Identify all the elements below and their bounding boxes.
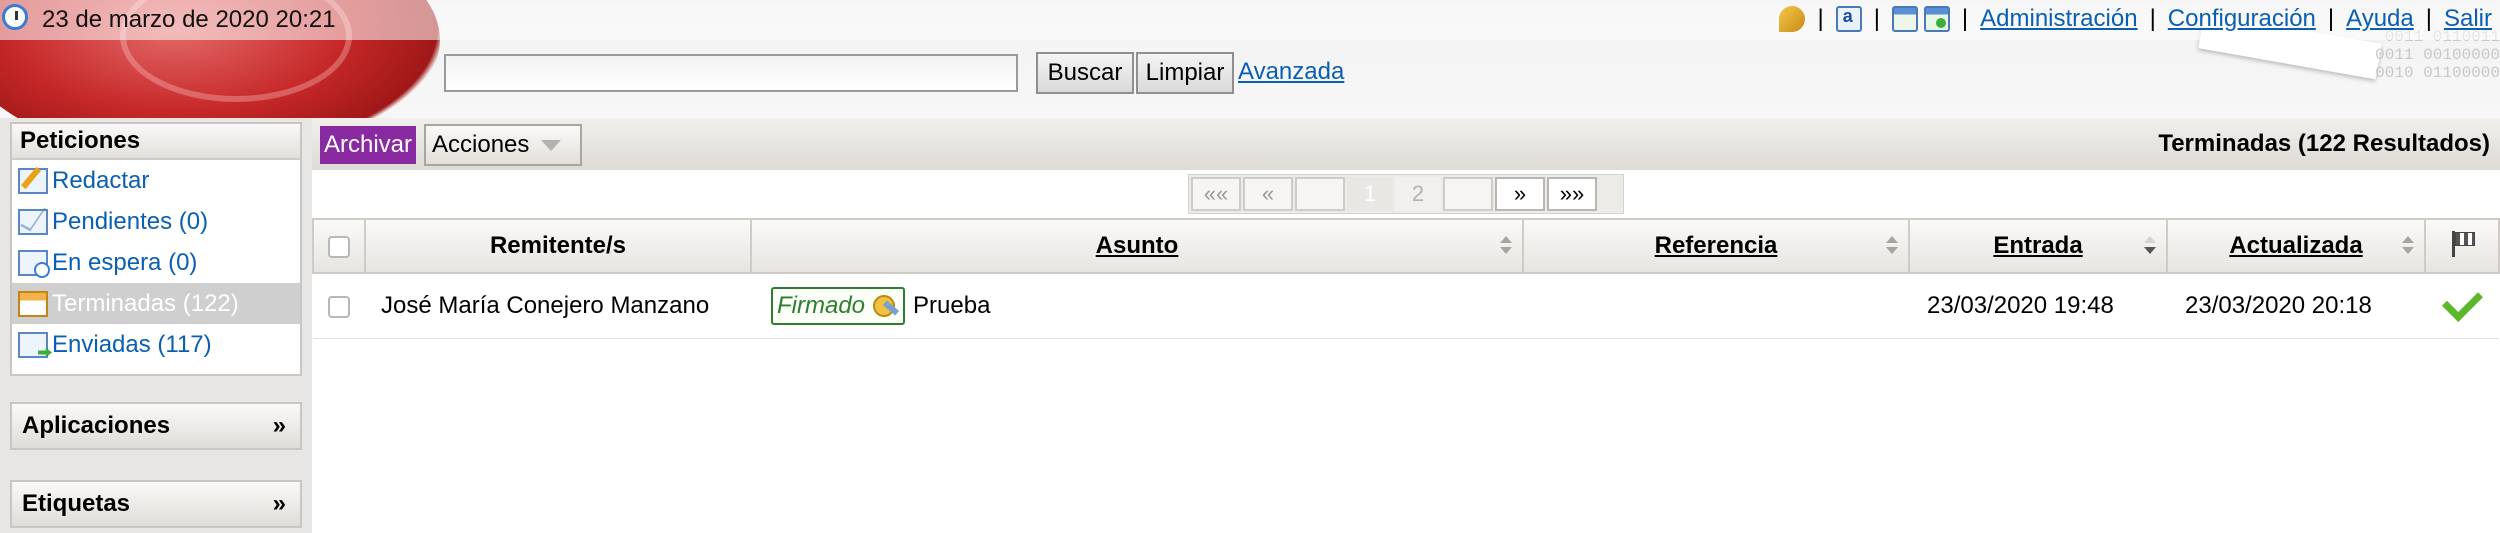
entrada-cell: 23/03/2020 19:48 bbox=[1909, 273, 2167, 339]
key-icon bbox=[869, 291, 901, 321]
page-spacer bbox=[1443, 177, 1493, 211]
clock-icon bbox=[2, 4, 28, 30]
sidebar-item-label: Enviadas (117) bbox=[52, 330, 212, 358]
sort-desc-icon bbox=[2144, 236, 2156, 254]
top-links: | | | Administración | Configuración | A… bbox=[1779, 2, 2492, 36]
broom-icon[interactable] bbox=[1779, 6, 1806, 32]
current-datetime: 23 de marzo de 2020 20:21 bbox=[42, 6, 336, 33]
expand-icon: » bbox=[272, 490, 286, 517]
expand-icon: » bbox=[272, 412, 286, 439]
column-actualizada[interactable]: Actualizada bbox=[2166, 218, 2426, 274]
peticiones-title: Peticiones bbox=[12, 124, 300, 160]
sidebar-item-label: Terminadas (122) bbox=[52, 289, 239, 317]
sort-icon bbox=[2402, 236, 2414, 254]
first-page-button[interactable]: «« bbox=[1191, 177, 1241, 211]
compose-icon bbox=[18, 167, 48, 194]
prev-page-button[interactable]: « bbox=[1243, 177, 1293, 211]
status-cell bbox=[2425, 273, 2499, 339]
toolbar: Archivar Acciones Terminadas (122 Result… bbox=[312, 118, 2500, 170]
referencia-cell bbox=[1523, 273, 1909, 339]
etiquetas-panel[interactable]: Etiquetas » bbox=[10, 480, 302, 528]
sidebar-item-terminadas[interactable]: Terminadas (122) bbox=[12, 283, 300, 324]
results-table: Remitente/s Asunto Referencia Entrada Ac… bbox=[312, 218, 2500, 339]
main-content: Archivar Acciones Terminadas (122 Result… bbox=[312, 118, 2500, 533]
etiquetas-title: Etiquetas bbox=[22, 490, 131, 517]
window-refresh-icon[interactable] bbox=[1923, 6, 1950, 32]
send-envelope-icon bbox=[18, 331, 48, 358]
remitente-cell: José María Conejero Manzano bbox=[365, 273, 751, 339]
asunto-text: Prueba bbox=[913, 292, 991, 319]
select-all-header bbox=[312, 218, 366, 274]
sort-icon bbox=[1500, 236, 1512, 254]
page-spacer bbox=[1295, 177, 1345, 211]
archive-button[interactable]: Archivar bbox=[320, 126, 417, 164]
search-button[interactable]: Buscar bbox=[1036, 52, 1134, 94]
font-size-icon[interactable] bbox=[1835, 6, 1862, 32]
link-administracion[interactable]: Administración bbox=[1980, 5, 2137, 33]
sidebar-item-en-espera[interactable]: En espera (0) bbox=[12, 242, 300, 283]
sidebar: Peticiones Redactar Pendientes (0) En es… bbox=[0, 118, 312, 533]
column-label: Remitente/s bbox=[489, 232, 627, 259]
column-label: Actualizada bbox=[2229, 232, 2363, 259]
table-header-row: Remitente/s Asunto Referencia Entrada Ac… bbox=[312, 218, 2500, 274]
sidebar-item-redactar[interactable]: Redactar bbox=[12, 160, 300, 201]
sort-icon bbox=[1886, 236, 1898, 254]
row-checkbox[interactable] bbox=[328, 295, 350, 318]
link-configuracion[interactable]: Configuración bbox=[2168, 5, 2316, 33]
check-icon bbox=[2441, 280, 2483, 323]
sidebar-item-label: Redactar bbox=[52, 166, 150, 194]
sidebar-item-label: Pendientes (0) bbox=[52, 207, 209, 235]
asunto-cell: Firmado Prueba bbox=[751, 273, 1523, 339]
separator: | bbox=[2149, 5, 2156, 32]
column-asunto[interactable]: Asunto bbox=[750, 218, 1524, 274]
badge-label: Firmado bbox=[777, 292, 866, 319]
actions-dropdown[interactable]: Acciones bbox=[424, 124, 582, 166]
page-1[interactable]: 1 bbox=[1347, 177, 1393, 211]
advanced-search-link[interactable]: Avanzada bbox=[1238, 58, 1344, 86]
sidebar-item-enviadas[interactable]: Enviadas (117) bbox=[12, 324, 300, 365]
clock-envelope-icon bbox=[18, 249, 50, 278]
column-label: Referencia bbox=[1654, 232, 1778, 259]
column-label: Asunto bbox=[1095, 232, 1179, 259]
search-input[interactable] bbox=[444, 54, 1018, 92]
signed-badge: Firmado bbox=[771, 287, 906, 325]
window-back-icon[interactable] bbox=[1891, 6, 1918, 32]
pagination: «« « 1 2 » »» bbox=[1188, 174, 1624, 214]
aplicaciones-title: Aplicaciones bbox=[22, 412, 171, 439]
column-referencia[interactable]: Referencia bbox=[1522, 218, 1910, 274]
separator: | bbox=[1961, 5, 1969, 32]
sidebar-item-label: En espera (0) bbox=[52, 248, 198, 276]
app-header: 0011 0110011 0011 00100000 0010 01100000… bbox=[0, 0, 2500, 118]
binary-decoration: 0011 0110011 0011 00100000 0010 01100000 bbox=[2375, 28, 2500, 82]
folder-table-icon bbox=[18, 290, 48, 317]
next-page-button[interactable]: » bbox=[1495, 177, 1545, 211]
separator: | bbox=[1873, 5, 1880, 32]
results-title: Terminadas (122 Resultados) bbox=[2158, 130, 2490, 157]
sidebar-item-pendientes[interactable]: Pendientes (0) bbox=[12, 201, 300, 242]
select-all-checkbox[interactable] bbox=[328, 235, 350, 258]
caret-down-icon bbox=[541, 139, 562, 151]
page-2[interactable]: 2 bbox=[1395, 177, 1441, 211]
column-flag[interactable] bbox=[2424, 218, 2500, 274]
row-select-cell bbox=[313, 273, 365, 339]
flag-icon bbox=[2448, 229, 2476, 257]
peticiones-panel: Peticiones Redactar Pendientes (0) En es… bbox=[10, 122, 302, 376]
clear-button[interactable]: Limpiar bbox=[1136, 52, 1234, 94]
envelope-icon bbox=[18, 208, 48, 235]
separator: | bbox=[1817, 5, 1824, 32]
actions-label: Acciones bbox=[432, 131, 530, 158]
actualizada-cell: 23/03/2020 20:18 bbox=[2167, 273, 2425, 339]
column-remitente[interactable]: Remitente/s bbox=[364, 218, 752, 274]
last-page-button[interactable]: »» bbox=[1547, 177, 1597, 211]
column-label: Entrada bbox=[1993, 232, 2083, 259]
aplicaciones-panel[interactable]: Aplicaciones » bbox=[10, 402, 302, 450]
table-row[interactable]: José María Conejero Manzano Firmado Prue… bbox=[313, 273, 2499, 339]
column-entrada[interactable]: Entrada bbox=[1908, 218, 2168, 274]
separator: | bbox=[2327, 5, 2335, 32]
separator: | bbox=[2425, 5, 2432, 32]
link-salir[interactable]: Salir bbox=[2444, 5, 2492, 33]
link-ayuda[interactable]: Ayuda bbox=[2346, 5, 2414, 33]
